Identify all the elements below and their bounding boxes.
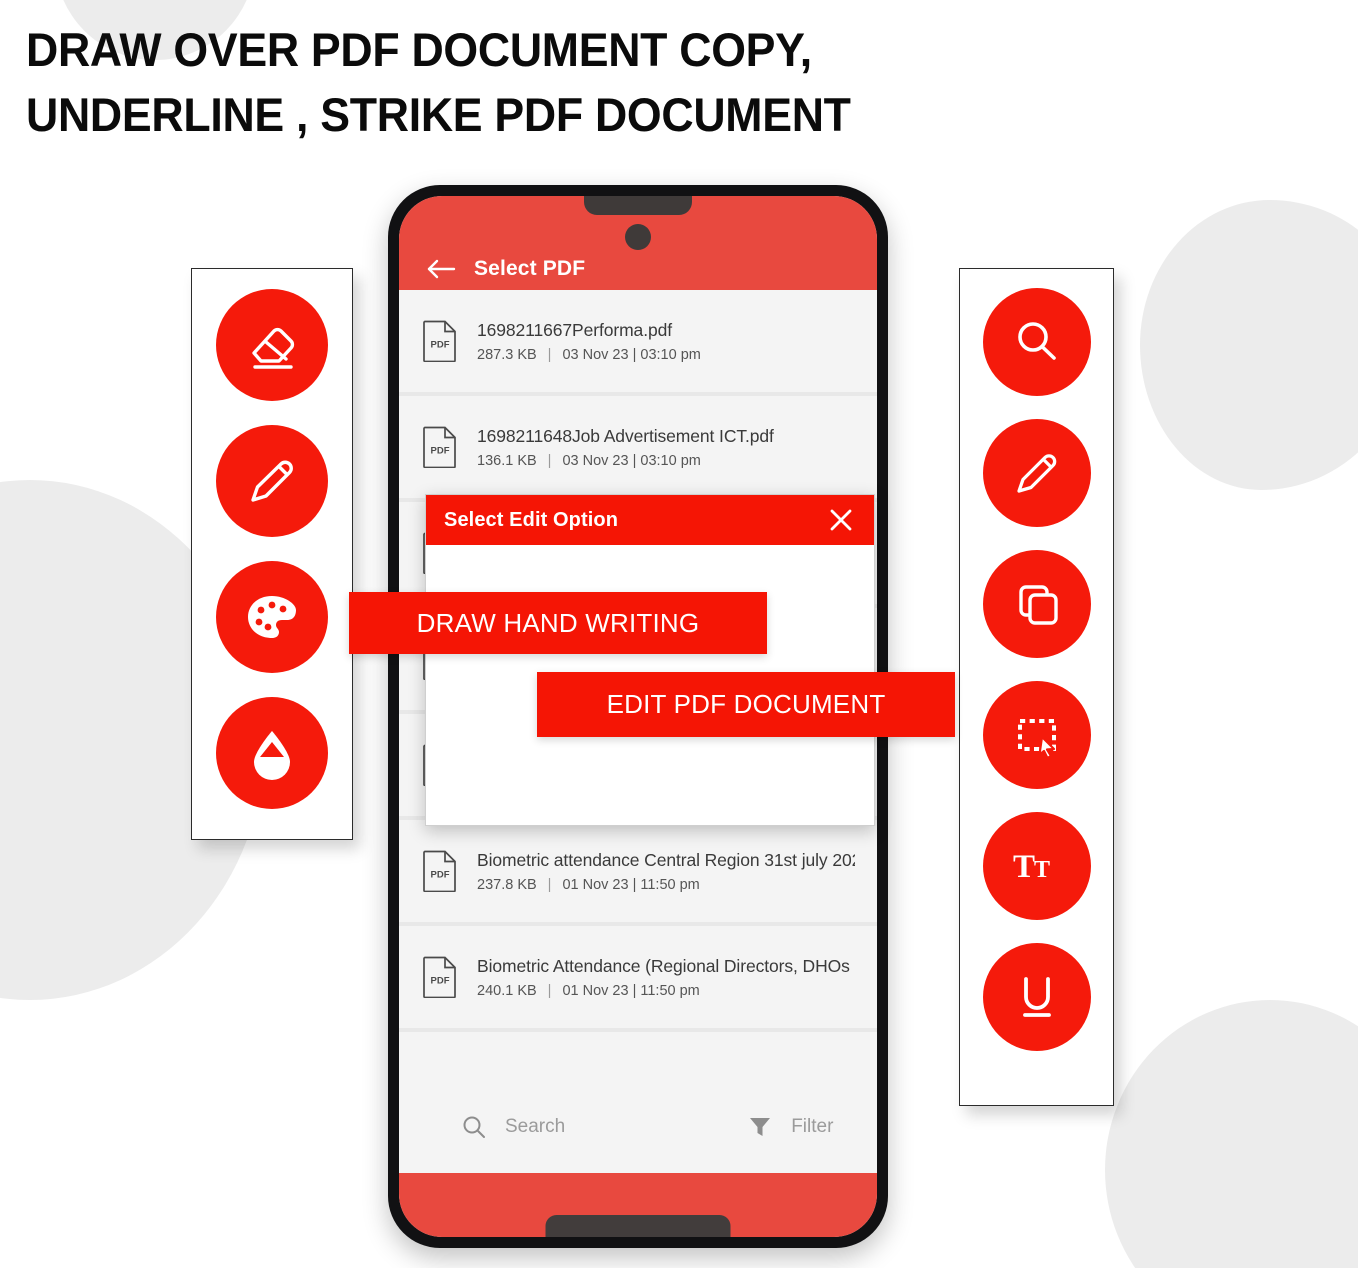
file-size: 287.3 KB (477, 346, 537, 363)
background-blob-bottomright (1105, 1000, 1358, 1268)
list-item[interactable]: PDF Biometric Attendance (Regional Direc… (399, 926, 877, 1032)
filter-label: Filter (791, 1116, 834, 1137)
list-item[interactable]: PDF 1698211667Performa.pdf 287.3 KB | 03… (399, 290, 877, 396)
file-separator: | (547, 452, 552, 469)
phone-speaker-notch (584, 196, 692, 215)
underline-icon (1008, 968, 1066, 1026)
app-bar-row: Select PDF (399, 257, 877, 281)
app-bar-title: Select PDF (474, 257, 586, 280)
file-date: 03 Nov 23 | 03:10 pm (562, 452, 701, 469)
callout-draw-hand-writing: DRAW HAND WRITING (349, 592, 767, 654)
pen-icon-button[interactable] (216, 425, 328, 537)
left-tool-panel (191, 268, 353, 840)
file-name: Biometric attendance Central Region 31st… (477, 849, 855, 870)
file-subtitle: 240.1 KB | 01 Nov 23 | 11:50 pm (477, 983, 855, 999)
color-palette-icon (241, 586, 303, 648)
back-arrow-icon[interactable] (427, 259, 457, 279)
file-subtitle: 237.8 KB | 01 Nov 23 | 11:50 pm (477, 877, 855, 893)
search-icon-button[interactable] (982, 288, 1091, 396)
search-button[interactable]: Search (461, 1114, 565, 1140)
pdf-file-icon: PDF (423, 850, 456, 892)
list-item-meta: 1698211648Job Advertisement ICT.pdf 136.… (477, 426, 855, 469)
poster-canvas: DRAW OVER PDF DOCUMENT COPY, UNDERLINE ,… (0, 0, 1358, 1268)
phone-camera-dot (625, 224, 651, 250)
copy-duplicate-icon (1008, 575, 1066, 633)
list-item-meta: 1698211667Performa.pdf 287.3 KB | 03 Nov… (477, 320, 855, 363)
svg-text:PDF: PDF (431, 446, 450, 457)
file-separator: | (547, 982, 552, 999)
svg-text:PDF: PDF (431, 340, 450, 351)
file-date: 03 Nov 23 | 03:10 pm (562, 346, 701, 363)
file-size: 237.8 KB (477, 876, 537, 893)
list-item[interactable]: PDF Biometric attendance Central Region … (399, 820, 877, 926)
file-date: 01 Nov 23 | 11:50 pm (562, 982, 700, 999)
right-tool-panel: T T (959, 268, 1114, 1106)
bottom-toolbar: Search Filter (399, 1081, 877, 1173)
svg-text:PDF: PDF (431, 870, 450, 881)
text-format-icon: T T (1008, 837, 1066, 895)
file-size: 240.1 KB (477, 982, 537, 999)
select-area-icon-button[interactable] (982, 681, 1091, 789)
copy-duplicate-icon-button[interactable] (982, 550, 1091, 658)
pdf-file-icon: PDF (423, 426, 456, 468)
dialog-title: Select Edit Option (444, 508, 619, 531)
callout-edit-pdf-document: EDIT PDF DOCUMENT (537, 672, 955, 737)
pen-icon-button[interactable] (982, 419, 1091, 527)
search-icon (463, 1116, 485, 1138)
eraser-icon (241, 314, 303, 376)
select-edit-option-dialog: Select Edit Option (425, 494, 875, 826)
page-title: DRAW OVER PDF DOCUMENT COPY, UNDERLINE ,… (26, 18, 1033, 148)
callout-label: DRAW HAND WRITING (416, 607, 700, 638)
svg-text:PDF: PDF (431, 976, 450, 987)
svg-text:T: T (1034, 857, 1050, 883)
page-title-line-2: UNDERLINE , STRIKE PDF DOCUMENT (26, 87, 851, 141)
list-item-meta: Biometric attendance Central Region 31st… (477, 850, 855, 893)
system-nav-bar (399, 1173, 877, 1237)
file-subtitle: 287.3 KB | 03 Nov 23 | 03:10 pm (477, 347, 855, 363)
eraser-icon-button[interactable] (216, 289, 328, 401)
pdf-file-icon: PDF (423, 320, 456, 362)
pdf-file-icon: PDF (423, 956, 456, 998)
ink-drop-icon (241, 722, 303, 784)
select-area-icon (1008, 706, 1066, 764)
file-name: Biometric Attendance (Regional Directors… (477, 955, 855, 976)
file-name: 1698211648Job Advertisement ICT.pdf (477, 425, 774, 446)
file-date: 01 Nov 23 | 11:50 pm (562, 876, 700, 893)
search-icon (1008, 313, 1066, 371)
text-format-icon-button[interactable]: T T (982, 812, 1091, 920)
filter-icon (750, 1118, 771, 1136)
file-subtitle: 136.1 KB | 03 Nov 23 | 03:10 pm (477, 453, 855, 469)
ink-drop-icon-button[interactable] (216, 697, 328, 809)
callout-label: EDIT PDF DOCUMENT (606, 689, 886, 719)
pen-icon (1008, 444, 1066, 502)
file-separator: | (547, 876, 552, 893)
svg-text:T: T (1013, 849, 1035, 885)
file-separator: | (547, 346, 552, 363)
filter-button[interactable]: Filter (747, 1114, 833, 1140)
home-gesture-pill[interactable] (545, 1215, 731, 1237)
file-name: 1698211667Performa.pdf (477, 319, 672, 340)
close-x-icon[interactable] (828, 507, 854, 533)
list-item[interactable]: PDF 1698211648Job Advertisement ICT.pdf … (399, 396, 877, 502)
list-item-meta: Biometric Attendance (Regional Directors… (477, 956, 855, 999)
color-palette-icon-button[interactable] (216, 561, 328, 673)
search-label: Search (505, 1116, 566, 1137)
app-bar: Select PDF (399, 196, 877, 290)
pen-icon (241, 450, 303, 512)
background-blob-topright (1140, 200, 1358, 490)
dialog-header: Select Edit Option (426, 495, 874, 545)
underline-icon-button[interactable] (982, 943, 1091, 1051)
page-title-line-1: DRAW OVER PDF DOCUMENT COPY, (26, 23, 812, 76)
file-size: 136.1 KB (477, 452, 537, 469)
